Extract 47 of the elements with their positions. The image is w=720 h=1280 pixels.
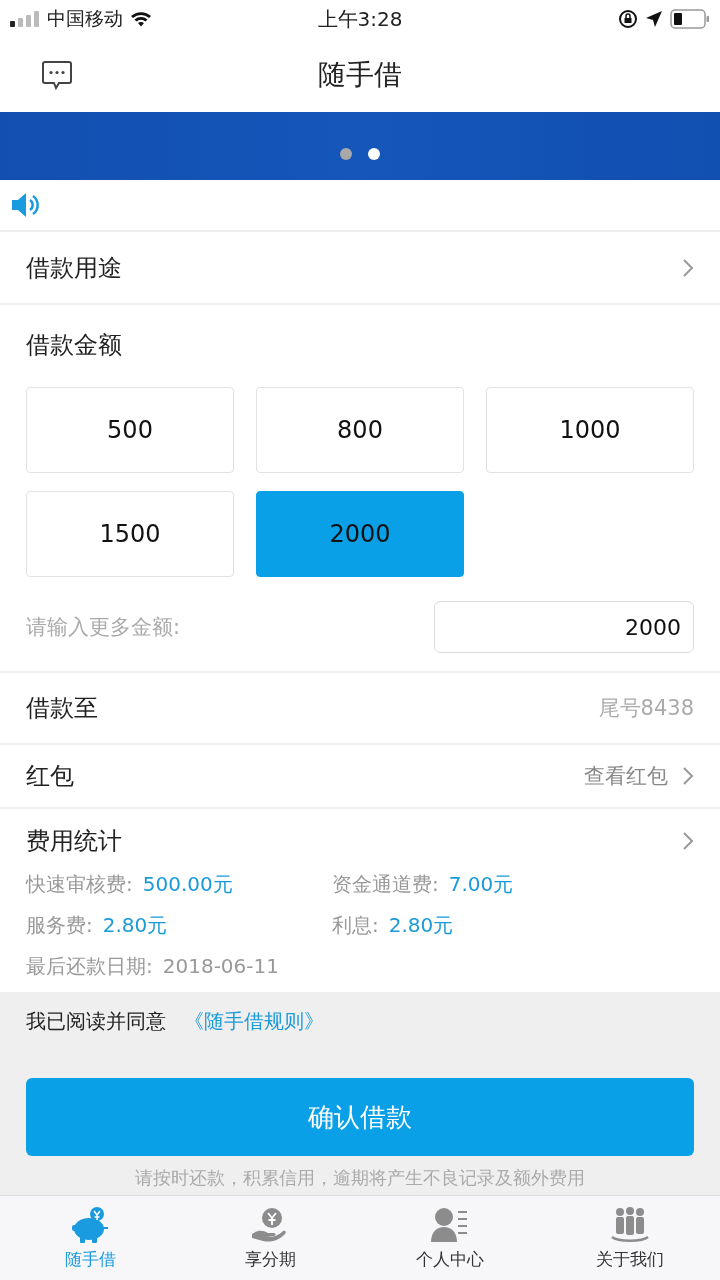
people-group-icon xyxy=(610,1205,650,1244)
notice-text: 请按时还款，积累信用，逾期将产生不良记录及额外费用 xyxy=(134,1166,586,1190)
amount-option[interactable]: 1000 xyxy=(486,387,694,473)
carrier-name: 中国移动 xyxy=(47,6,123,31)
fee-value: 7.00元 xyxy=(448,871,514,898)
row-label: 借款至 xyxy=(26,693,98,724)
fee-label: 快速审核费: xyxy=(26,871,133,898)
due-date: 2018-06-11 xyxy=(162,954,279,978)
tab[interactable]: 个人中心 xyxy=(360,1196,540,1280)
row-label: 红包 xyxy=(26,761,74,792)
amount-option[interactable]: 500 xyxy=(26,387,234,473)
row-label: 借款用途 xyxy=(26,252,122,284)
location-icon xyxy=(645,10,663,28)
chevron-right-icon[interactable] xyxy=(682,257,694,278)
signal-icon xyxy=(10,11,40,27)
field-label: 请输入更多金额: xyxy=(26,614,181,641)
profile-card-icon xyxy=(430,1205,470,1244)
tab[interactable]: 关于我们 xyxy=(540,1196,720,1280)
status-time: 上午3:28 xyxy=(317,5,403,33)
section-title: 费用统计 xyxy=(26,826,122,857)
fee-label: 最后还款日期: xyxy=(26,953,153,980)
amount-option[interactable]: 1500 xyxy=(26,491,234,577)
rotation-lock-icon xyxy=(618,9,638,29)
chevron-right-icon[interactable] xyxy=(682,831,694,851)
fee-label: 资金通道费: xyxy=(332,871,439,898)
amount-option[interactable]: 800 xyxy=(256,387,464,473)
carousel-dot[interactable] xyxy=(340,148,352,160)
chevron-right-icon[interactable] xyxy=(682,766,694,786)
battery-icon xyxy=(670,9,710,29)
fee-value: 500.00元 xyxy=(142,871,233,898)
carousel-dot[interactable] xyxy=(368,148,380,160)
page-title: 随手借 xyxy=(318,57,402,93)
message-icon[interactable] xyxy=(41,60,73,90)
fee-label: 利息: xyxy=(332,912,379,939)
section-title: 借款金额 xyxy=(26,330,123,361)
card-number: 尾号8438 xyxy=(598,695,694,722)
tab[interactable]: 享分期 xyxy=(180,1196,360,1280)
wifi-icon xyxy=(130,11,152,27)
view-coupons-link[interactable]: 查看红包 xyxy=(584,762,668,790)
amount-option[interactable]: 2000 xyxy=(256,491,464,577)
fee-value: 2.80元 xyxy=(102,912,168,939)
amount-input[interactable]: 2000 xyxy=(434,601,694,653)
fee-label: 服务费: xyxy=(26,912,93,939)
fee-value: 2.80元 xyxy=(388,912,454,939)
piggy-bank-icon xyxy=(70,1205,110,1244)
speaker-icon xyxy=(11,192,41,218)
agreement-text: 我已阅读并同意 xyxy=(26,1007,166,1035)
